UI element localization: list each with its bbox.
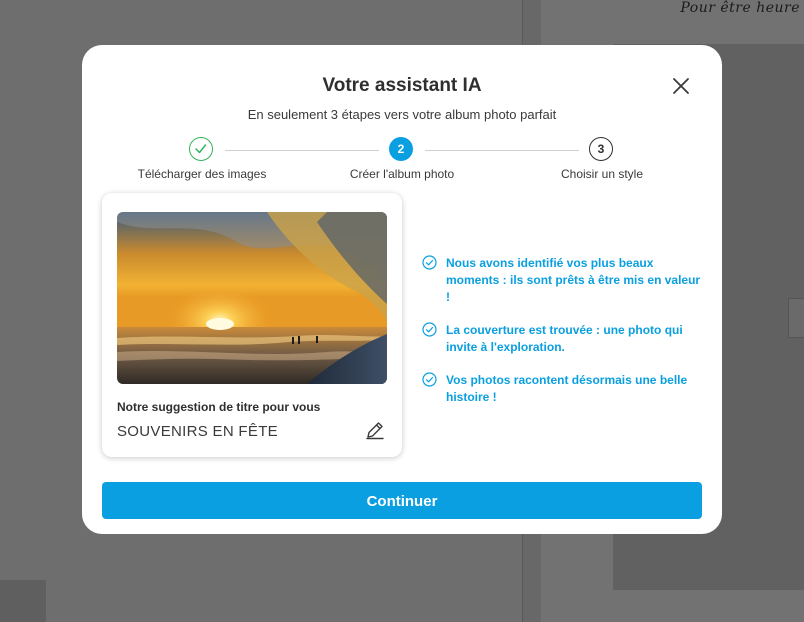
checklist-text: Vos photos racontent désormais une belle… [446,373,688,404]
checklist-item: Vos photos racontent désormais une belle… [422,372,706,406]
check-circle-icon [422,322,437,337]
pencil-icon[interactable] [364,419,386,441]
step-3-label: Choisir un style [560,167,644,181]
cover-photo [117,212,387,384]
checklist-text: La couverture est trouvée : une photo qu… [446,323,683,354]
step-1-label: Télécharger des images [137,167,267,181]
checklist-text: Nous avons identifié vos plus beaux mome… [446,256,701,304]
suggested-album-title: SOUVENIRS EN FÊTE [117,423,278,440]
background-script-text: Pour être heure [680,0,800,16]
step-2-indicator: 2 [389,137,413,161]
background-block [0,580,46,622]
check-circle-icon [422,372,437,387]
modal-subtitle: En seulement 3 étapes vers votre album p… [247,107,557,122]
step-1-check-icon [189,137,213,161]
ai-assistant-modal: Votre assistant IA En seulement 3 étapes… [82,45,722,534]
title-suggestion-card: Notre suggestion de titre pour vous SOUV… [102,193,402,457]
step-3-indicator: 3 [589,137,613,161]
close-icon[interactable] [670,75,692,97]
stepper-connector-2 [425,150,579,151]
checklist-item: La couverture est trouvée : une photo qu… [422,322,706,356]
ai-results-checklist: Nous avons identifié vos plus beaux mome… [422,255,706,422]
modal-title: Votre assistant IA [322,75,482,96]
title-suggestion-label: Notre suggestion de titre pour vous [117,400,321,414]
continue-button[interactable]: Continuer [102,482,702,519]
stepper-connector-1 [225,150,379,151]
check-circle-icon [422,255,437,270]
background-image-placeholder-icon [788,298,804,338]
checklist-item: Nous avons identifié vos plus beaux mome… [422,255,706,306]
step-2-label: Créer l'album photo [349,167,455,181]
